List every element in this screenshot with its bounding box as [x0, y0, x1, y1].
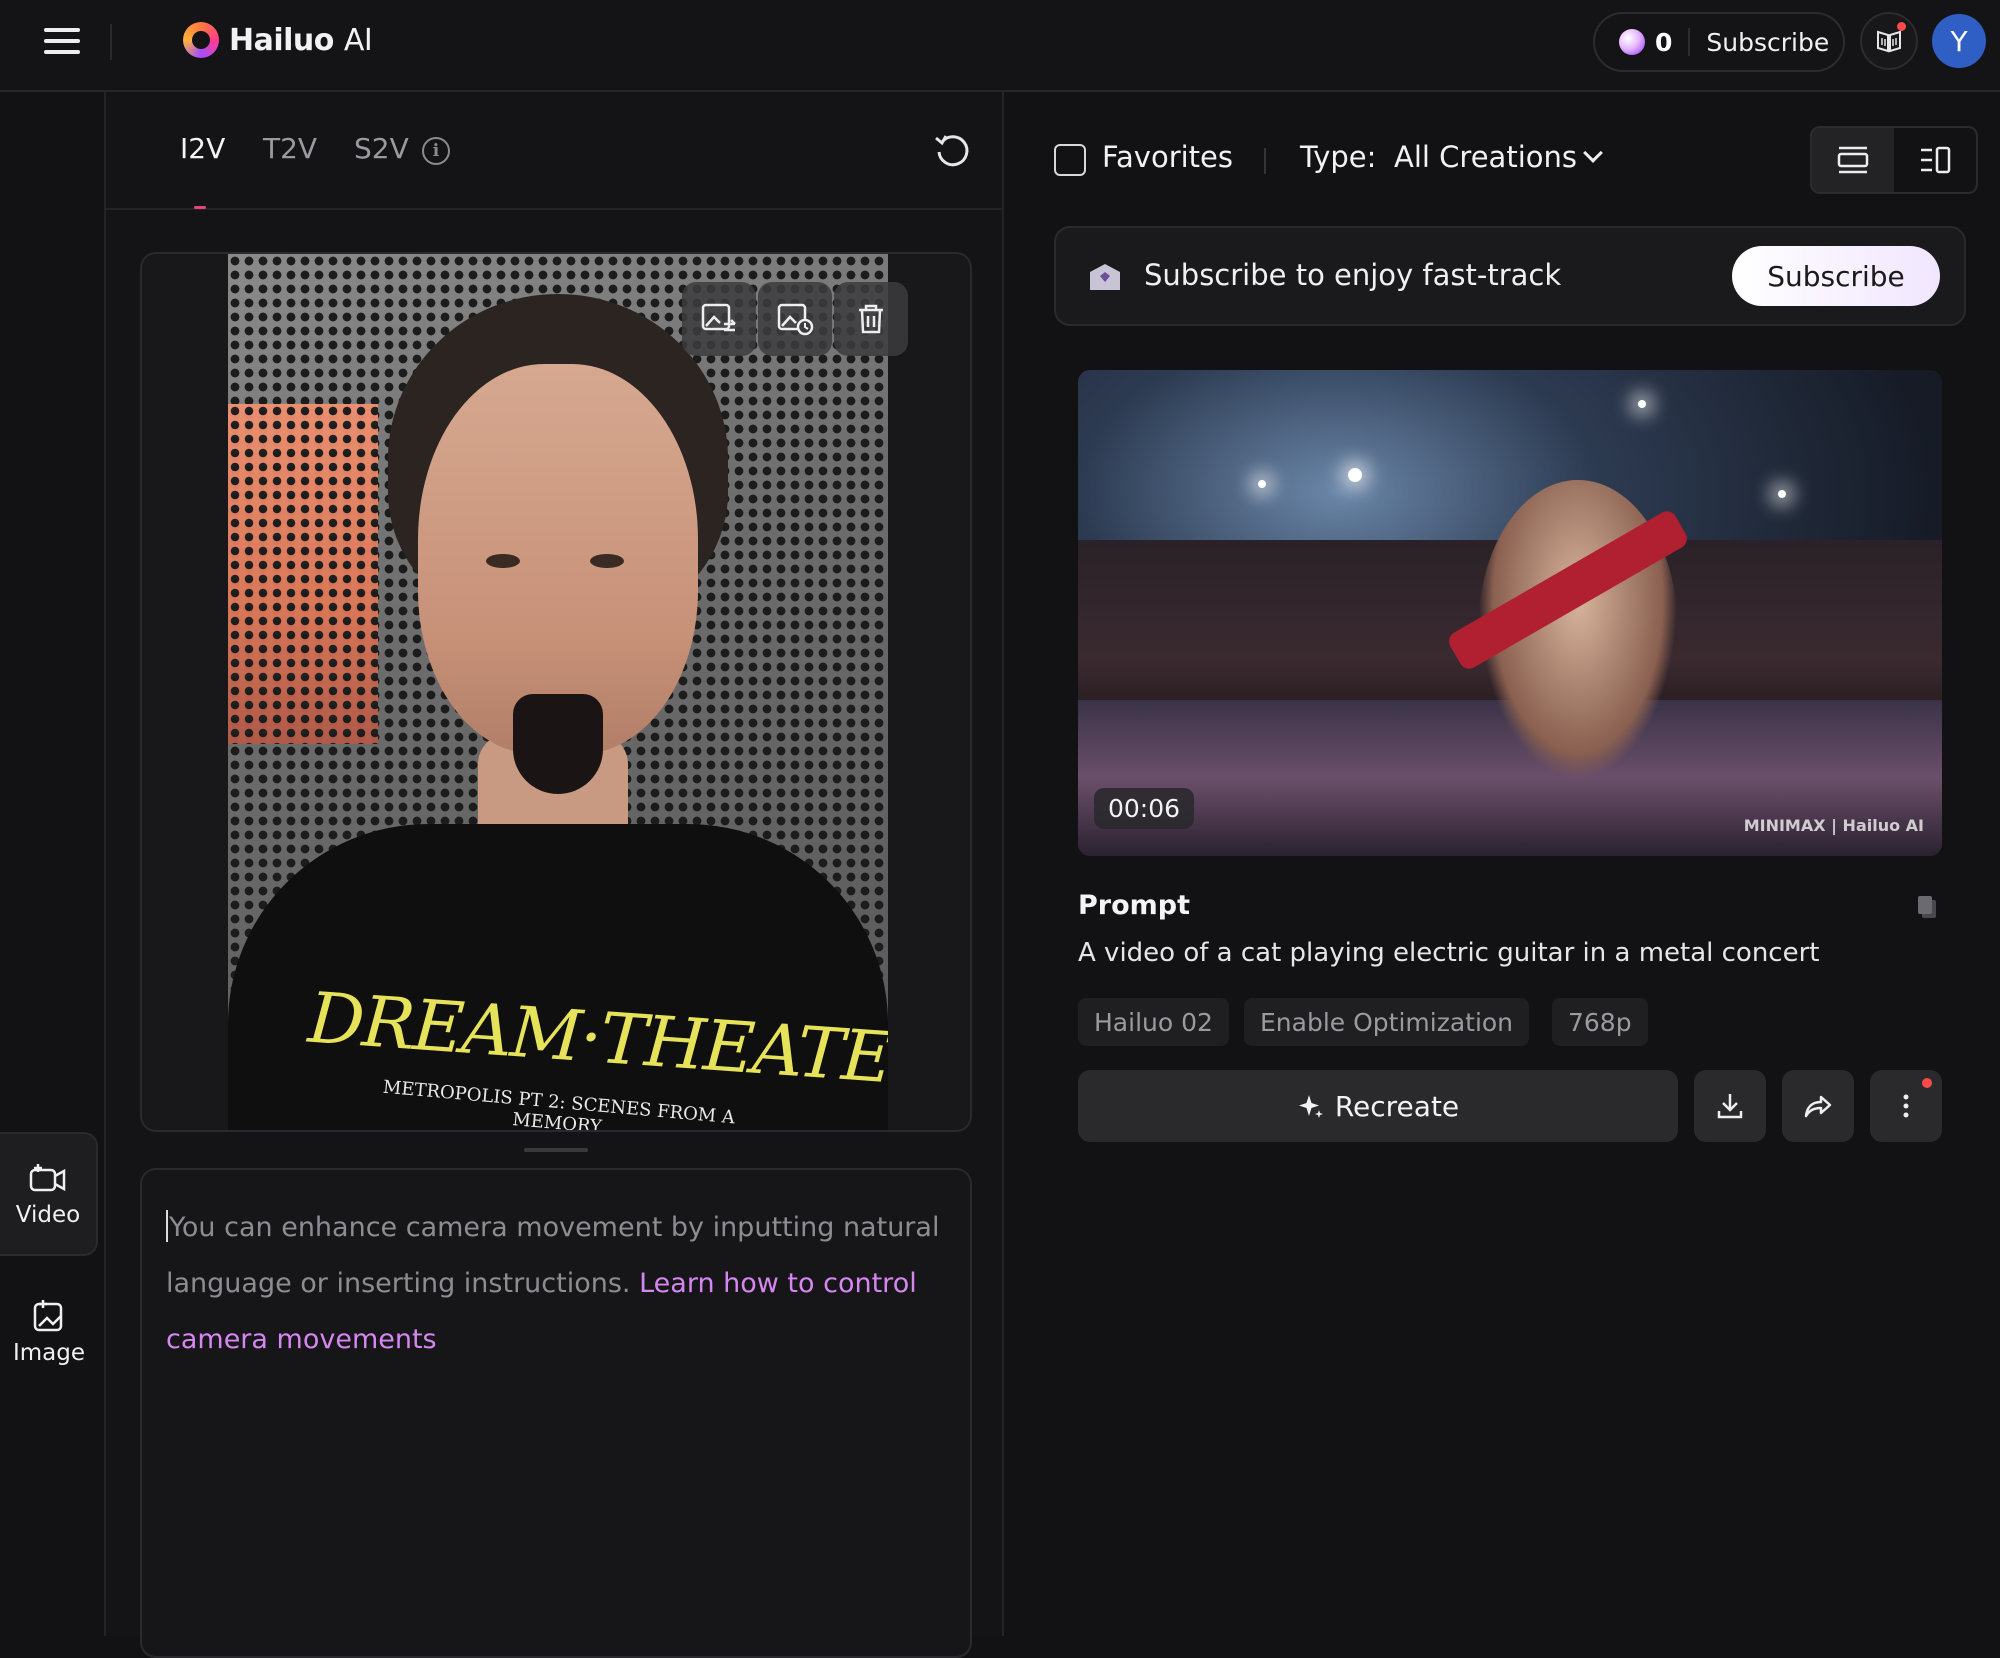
video-add-icon — [29, 1164, 66, 1192]
mode-tabs: I2V T2V S2V i — [106, 92, 1004, 210]
recreate-label: Recreate — [1334, 1089, 1460, 1123]
tab-i2v[interactable]: I2V — [180, 132, 225, 165]
left-sidebar: Video Image — [0, 92, 106, 1636]
tag-model: Hailuo 02 — [1078, 998, 1229, 1046]
delete-image-button[interactable] — [834, 282, 908, 356]
favorites-checkbox[interactable] — [1054, 144, 1086, 176]
prompt-input[interactable]: You can enhance camera movement by input… — [140, 1168, 972, 1658]
trash-icon — [859, 304, 883, 334]
video-duration: 00:06 — [1094, 788, 1195, 829]
top-bar: Hailuo AI 0 Subscribe Y — [0, 0, 2000, 92]
share-button[interactable] — [1782, 1070, 1854, 1142]
subscribe-banner-text: Subscribe to enjoy fast-track — [1144, 258, 1562, 292]
list-view-icon — [1837, 146, 1869, 174]
copy-icon[interactable] — [1916, 894, 1938, 920]
list-view-button[interactable] — [1812, 128, 1894, 192]
detail-view-icon — [1921, 146, 1951, 174]
more-options-button[interactable] — [1870, 1070, 1942, 1142]
reset-icon[interactable] — [932, 130, 972, 170]
detail-view-button[interactable] — [1894, 128, 1976, 192]
sidebar-item-video[interactable]: Video — [0, 1132, 98, 1256]
view-mode-toggle — [1810, 126, 1978, 194]
uploaded-photo: DREAM·THEATER METROPOLIS PT 2: SCENES FR… — [228, 254, 888, 1130]
replace-image-button[interactable] — [682, 282, 756, 356]
recreate-button[interactable]: Recreate — [1078, 1070, 1678, 1142]
uploaded-image-card: DREAM·THEATER METROPOLIS PT 2: SCENES FR… — [140, 252, 972, 1132]
credits-count: 0 — [1655, 27, 1673, 57]
type-filter-label: Type: — [1300, 140, 1377, 174]
tag-optimization: Enable Optimization — [1244, 998, 1530, 1046]
sidebar-item-label: Image — [12, 1340, 86, 1366]
prompt-heading: Prompt — [1078, 890, 1191, 921]
sidebar-item-label: Video — [15, 1202, 81, 1228]
tab-s2v[interactable]: S2V — [354, 132, 409, 165]
type-filter-dropdown[interactable]: All Creations — [1394, 140, 1577, 174]
more-vertical-icon — [1903, 1094, 1909, 1118]
download-button[interactable] — [1694, 1070, 1766, 1142]
download-icon — [1717, 1094, 1743, 1119]
image-swap-icon — [701, 303, 736, 332]
notification-dot — [1897, 22, 1906, 31]
credits-subscribe-pill[interactable]: 0 Subscribe — [1593, 12, 1845, 72]
tab-t2v[interactable]: T2V — [263, 132, 317, 165]
subscribe-banner: Subscribe to enjoy fast-track Subscribe — [1054, 226, 1966, 326]
generation-panel: I2V T2V S2V i DREAM·THEATER METROPOLIS P… — [106, 92, 1004, 1658]
user-avatar[interactable]: Y — [1932, 14, 1986, 68]
subscribe-link[interactable]: Subscribe — [1706, 28, 1829, 57]
prompt-placeholder: You can enhance camera movement by input… — [166, 1210, 940, 1355]
brand-logo[interactable]: Hailuo AI — [183, 22, 373, 58]
resize-handle[interactable] — [524, 1148, 588, 1152]
video-preview[interactable]: 00:06 MINIMAX | Hailuo AI — [1078, 370, 1942, 856]
video-watermark: MINIMAX | Hailuo AI — [1743, 816, 1924, 835]
crown-box-icon — [1090, 264, 1120, 290]
hamburger-menu-icon[interactable] — [44, 28, 80, 58]
creations-panel: Favorites Type: All Creations Subscribe … — [1006, 92, 2000, 1636]
sidebar-item-image[interactable]: Image — [0, 1270, 98, 1394]
image-add-icon — [33, 1300, 63, 1332]
image-clock-icon — [777, 303, 814, 336]
divider — [1688, 28, 1691, 56]
image-history-button[interactable] — [758, 282, 832, 356]
divider — [110, 24, 112, 60]
text-caret — [166, 1210, 168, 1242]
info-icon[interactable]: i — [422, 137, 450, 165]
share-icon — [1804, 1095, 1832, 1118]
hailuo-logo-icon — [183, 22, 219, 58]
active-tab-indicator — [194, 206, 206, 209]
divider — [1264, 148, 1266, 174]
guide-book-button[interactable] — [1860, 12, 1918, 70]
sparkle-icon — [1298, 1095, 1323, 1118]
chevron-down-icon[interactable] — [1583, 143, 1603, 163]
subscribe-button[interactable]: Subscribe — [1732, 246, 1940, 306]
favorites-label[interactable]: Favorites — [1102, 140, 1233, 174]
brand-name: Hailuo AI — [229, 22, 373, 58]
credits-gem-icon — [1619, 29, 1645, 55]
notification-dot — [1922, 1078, 1932, 1088]
tag-resolution: 768p — [1552, 998, 1648, 1046]
prompt-text: A video of a cat playing electric guitar… — [1078, 938, 1820, 968]
